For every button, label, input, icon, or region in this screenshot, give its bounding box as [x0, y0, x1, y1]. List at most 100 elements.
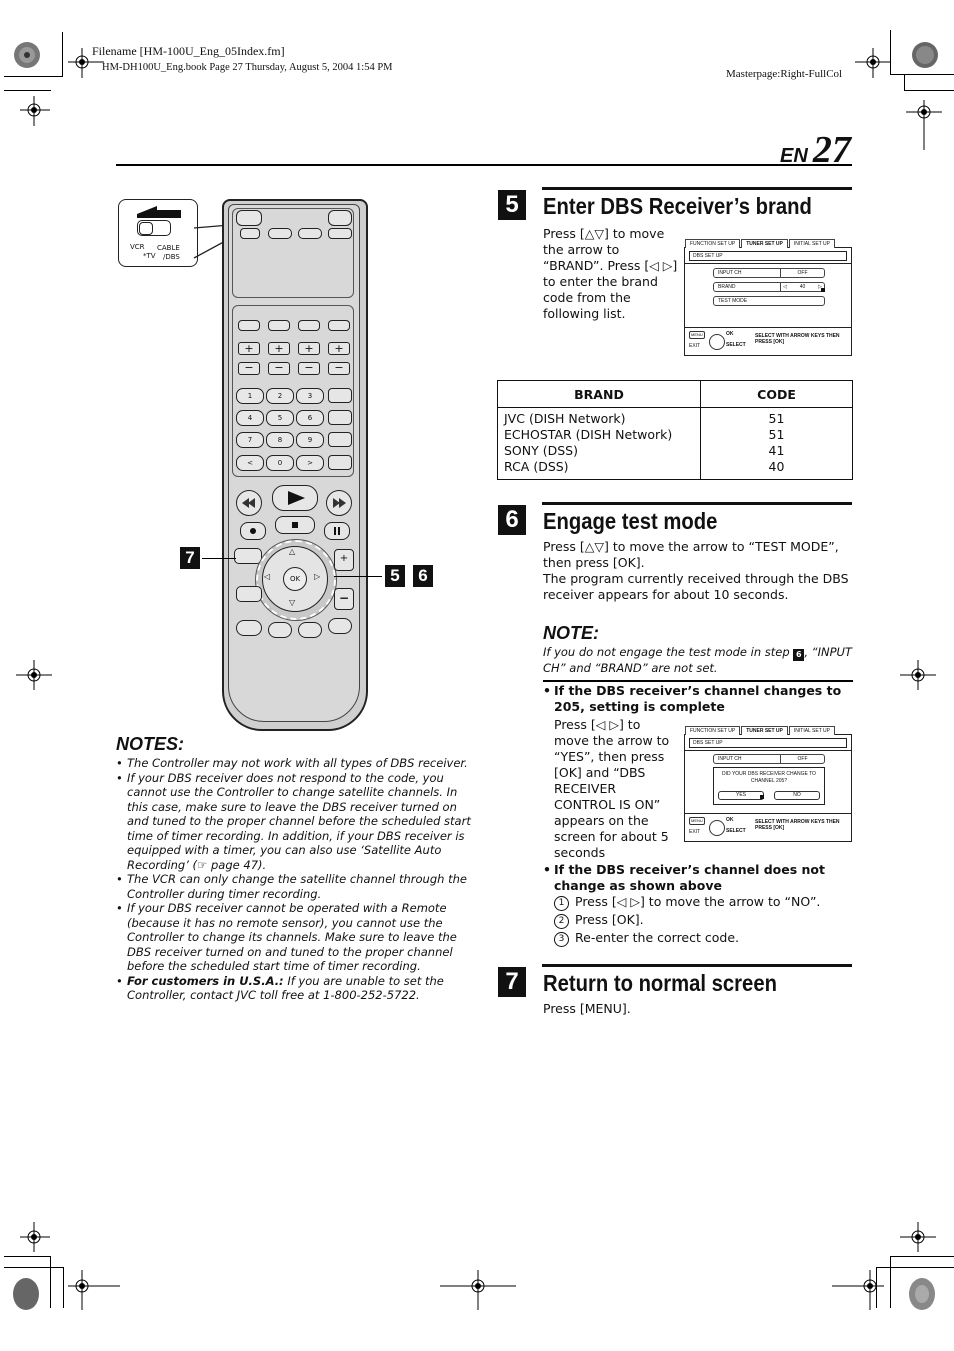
osd-screen-confirm: FUNCTION SET UP TUNER SET UP INITIAL SET…	[684, 726, 852, 842]
osd-row-test-mode: TEST MODE	[713, 296, 825, 306]
number-key[interactable]: 6	[296, 410, 324, 426]
osd-tab-tuner: TUNER SET UP	[741, 239, 788, 248]
crosshair-icon	[16, 660, 52, 690]
crosshair-icon	[440, 1270, 516, 1310]
plus-button[interactable]: +	[328, 342, 350, 355]
number-key[interactable]: <	[236, 455, 264, 471]
switch-label-dbs: /DBS	[163, 253, 180, 261]
play-icon	[288, 491, 305, 505]
minus-button[interactable]: −	[268, 362, 290, 375]
remote-button[interactable]	[268, 622, 292, 638]
case-2-steps: 1 Press [◁ ▷] to move the arrow to “NO”. 2…	[554, 893, 854, 947]
number-key[interactable]: 9	[296, 432, 324, 448]
dial-icon	[709, 334, 725, 350]
crosshair-icon	[900, 660, 936, 690]
mode-switch[interactable]	[137, 220, 171, 236]
right-arrow-icon[interactable]: ▷	[314, 572, 320, 581]
registration-target-icon	[13, 1278, 39, 1310]
callout-step-7: 7	[180, 547, 200, 569]
play-button[interactable]	[272, 485, 318, 511]
ok-button[interactable]: OK	[283, 567, 307, 591]
record-button[interactable]	[240, 522, 266, 540]
header-book-info: HM-DH100U_Eng.book Page 27 Thursday, Aug…	[102, 62, 393, 73]
code-cell: 51	[700, 407, 853, 427]
tv-power-button[interactable]	[328, 210, 352, 226]
step-6-text-2: The program currently received through t…	[543, 571, 849, 602]
plus-button[interactable]: +	[238, 342, 260, 355]
number-key[interactable]: 5	[266, 410, 294, 426]
note-item: For customers in U.S.A.: If you are unab…	[116, 974, 472, 1003]
plus-button[interactable]: +	[268, 342, 290, 355]
osd-tab-function: FUNCTION SET UP	[685, 239, 741, 248]
channel-down-button[interactable]: −	[334, 588, 354, 610]
timer-button[interactable]	[328, 320, 350, 331]
remote-button[interactable]	[328, 410, 352, 425]
pause-button[interactable]	[324, 522, 350, 540]
remote-button[interactable]	[236, 586, 262, 602]
table-row: RCA (DSS) 40	[497, 459, 853, 480]
crosshair-icon	[20, 1222, 50, 1252]
crosshair-icon	[20, 96, 50, 126]
numbered-step: 2 Press [OK].	[554, 911, 854, 929]
table-row: JVC (DISH Network) 51	[497, 407, 853, 427]
down-arrow-icon[interactable]: ▽	[289, 598, 295, 607]
remote-button[interactable]	[328, 455, 352, 470]
mode-switch-small[interactable]	[240, 228, 260, 239]
brand-cell: RCA (DSS)	[497, 459, 701, 480]
number-key[interactable]: >	[296, 455, 324, 471]
number-key[interactable]: 1	[236, 388, 264, 404]
step-7-badge: 7	[498, 967, 526, 997]
stop-button[interactable]	[275, 516, 315, 534]
remote-button[interactable]	[328, 388, 352, 403]
remote-button[interactable]	[298, 320, 320, 331]
stop-icon	[292, 522, 298, 528]
step-6-badge: 6	[498, 505, 526, 535]
note-item: If your DBS receiver does not respond to…	[116, 771, 472, 873]
header-masterpage: Masterpage:Right-FullCol	[726, 68, 843, 80]
remote-button[interactable]	[328, 618, 352, 634]
no-button[interactable]: NO	[774, 791, 820, 800]
minus-button[interactable]: −	[298, 362, 320, 375]
number-key[interactable]: 2	[266, 388, 294, 404]
osd-title: DBS SET UP	[689, 738, 847, 748]
remote-button[interactable]	[238, 320, 260, 331]
minus-button[interactable]: −	[238, 362, 260, 375]
remote-button[interactable]	[328, 228, 352, 239]
step-number-circle: 3	[554, 932, 569, 947]
remote-button[interactable]	[298, 622, 322, 638]
remote-button[interactable]	[268, 228, 292, 239]
number-key[interactable]: 8	[266, 432, 294, 448]
left-arrow-icon[interactable]: ◁	[264, 572, 270, 581]
code-cell: 51	[700, 427, 853, 443]
switch-label-tv: *TV	[143, 252, 156, 260]
step-6-inline-badge: 6	[793, 649, 805, 661]
step-5-text: Press [△▽] to move the arrow to “BRAND”.…	[543, 226, 678, 321]
osd-tab-initial: INITIAL SET UP	[788, 239, 835, 248]
header-filename: Filename [HM-100U_Eng_05Index.fm]	[92, 44, 285, 58]
plus-button[interactable]: +	[298, 342, 320, 355]
note-text: If you do not engage the test mode in st…	[543, 645, 852, 675]
up-arrow-icon[interactable]: △	[289, 547, 295, 556]
minus-button[interactable]: −	[328, 362, 350, 375]
yes-button[interactable]: YES	[718, 791, 764, 800]
table-row: ECHOSTAR (DISH Network) 51	[497, 427, 853, 443]
number-key[interactable]: 7	[236, 432, 264, 448]
menu-button[interactable]	[234, 548, 262, 564]
power-button[interactable]	[236, 210, 262, 226]
step-number-circle: 1	[554, 896, 569, 911]
remote-button[interactable]	[268, 320, 290, 331]
rewind-button[interactable]	[236, 490, 262, 516]
remote-button[interactable]	[236, 620, 262, 636]
step-5-rule	[542, 187, 852, 190]
number-key[interactable]: 4	[236, 410, 264, 426]
remote-button[interactable]	[328, 432, 352, 447]
channel-up-button[interactable]: +	[334, 549, 354, 571]
remote-button[interactable]	[298, 228, 322, 239]
step-6-title: Engage test mode	[543, 508, 718, 534]
number-key[interactable]: 3	[296, 388, 324, 404]
case-1-text: Press [◁ ▷] to move the arrow to “YES”, …	[554, 717, 670, 860]
number-key[interactable]: 0	[266, 455, 294, 471]
confirm-question: DID YOUR DBS RECEIVER CHANGE TO CHANNEL …	[722, 771, 816, 784]
selection-cursor-icon	[760, 795, 764, 799]
fast-forward-button[interactable]	[326, 490, 352, 516]
